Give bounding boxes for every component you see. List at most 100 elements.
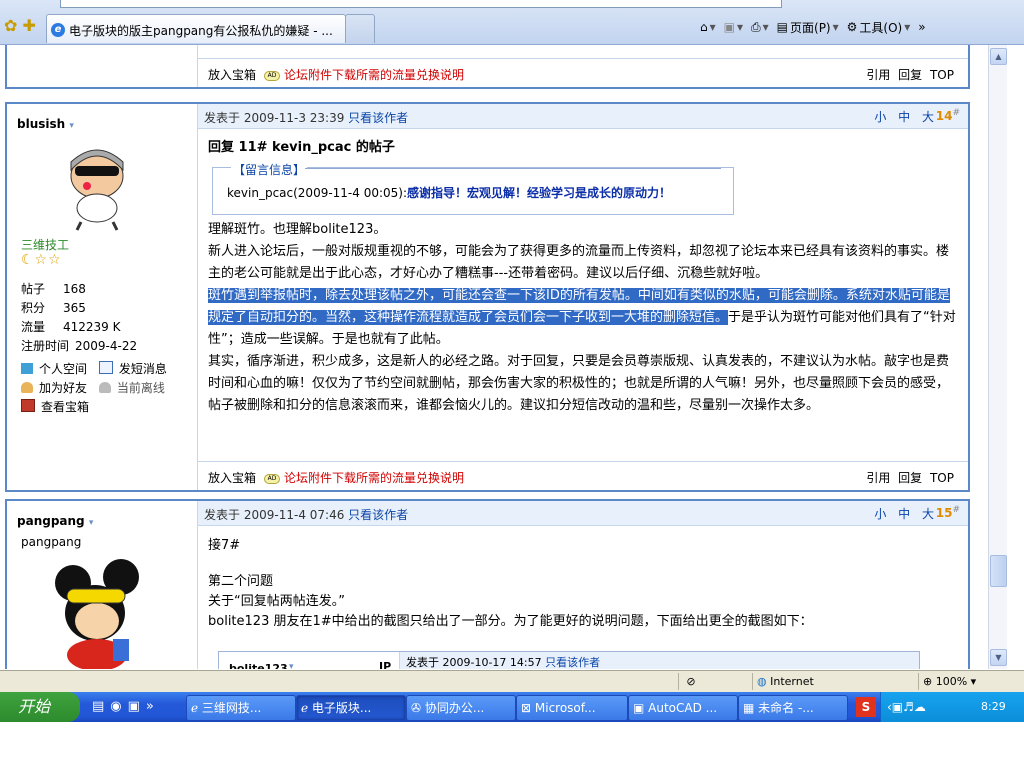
post-header: 发表于 2009-11-3 23:39 只看该作者 小 中 大 14# — [198, 104, 968, 129]
chevron-down-icon: ▾ — [69, 121, 74, 131]
address-bar[interactable] — [60, 0, 782, 8]
zoom-control[interactable]: ⊕ 100% ▾ — [918, 673, 1023, 690]
scroll-up-icon[interactable]: ▲ — [990, 48, 1007, 65]
post-content: 接7# 第二个问题 关于“回复帖两帖连发。” bolite123 朋友在1#中给… — [198, 526, 968, 636]
message-box: 【留言信息】 kevin_pcac(2009-11-4 00:05):感谢指导！… — [212, 159, 734, 215]
embedded-screenshot: bolite123 ▾ IP 发表于 2009-10-17 14:57 只看该作… — [218, 651, 920, 669]
scroll-down-icon[interactable]: ▼ — [990, 649, 1007, 666]
home-icon: ⌂ — [700, 20, 708, 34]
nested-ip: IP — [379, 660, 392, 669]
tray-icons[interactable]: ‹▣♬☁ — [887, 700, 926, 714]
treasure-button[interactable]: 放入宝箱 — [208, 471, 256, 485]
ad-link[interactable]: 论坛附件下载所需的流量兑换说明 — [284, 471, 464, 485]
favorites-icon[interactable]: ✿ ✚ — [4, 16, 44, 35]
post-content: 回复 11# kevin_pcac 的帖子 【留言信息】 kevin_pcac(… — [198, 129, 968, 421]
chevron-more-icon[interactable]: » — [918, 20, 925, 34]
line-3: 关于“回复帖两帖连发。” — [208, 594, 345, 609]
user-add-icon — [21, 382, 33, 393]
only-author-link[interactable]: 只看该作者 — [348, 508, 408, 522]
forum-page: 放入宝箱 AD 论坛附件下载所需的流量兑换说明 引用 回复 TOP blusish … — [0, 45, 988, 669]
zoom-icon: ⊕ — [923, 675, 933, 688]
ad-link[interactable]: 论坛附件下载所需的流量兑换说明 — [284, 68, 464, 82]
globe-icon: ◍ — [757, 675, 767, 688]
view-treasure-link[interactable]: 查看宝箱 — [21, 399, 89, 414]
task-autocad[interactable]: ▣ AutoCAD ... — [628, 695, 738, 721]
rss-icon: ▣ — [723, 20, 735, 34]
scroll-thumb[interactable] — [990, 555, 1007, 587]
home-button[interactable]: ⌂ ▾ — [700, 20, 716, 34]
post-footer: 放入宝箱 AD 论坛附件下载所需的流量兑换说明 引用 回复 TOP — [198, 461, 968, 490]
print-button[interactable]: ⎙ ▾ — [751, 20, 769, 35]
rank-title: 三维技工 — [21, 238, 70, 252]
security-zone: ◍ Internet — [752, 673, 917, 690]
tab-active[interactable]: e 电子版块的版主pangpang有公报私仇的嫌疑 - ... — [46, 14, 346, 43]
font-size-links[interactable]: 小 中 大 — [874, 108, 938, 125]
task-oa[interactable]: ✇ 协同办公... — [406, 695, 516, 721]
post-14: blusish ▾ 三维技工 ☾☆☆ 帖子 168 积分 365 流量 412239 … — [5, 102, 970, 492]
status-bar: ⊘ ◍ Internet ⊕ 100% ▾ — [0, 670, 1024, 693]
space-link[interactable]: 个人空间 — [21, 362, 87, 376]
task-paint[interactable]: ▦ 未命名 -... — [738, 695, 848, 721]
stat-posts: 帖子 168 — [21, 282, 86, 296]
message-body: kevin_pcac(2009-11-4 00:05):感谢指导！宏观见解！经验… — [227, 186, 672, 200]
chevron-down-icon: ▾ — [289, 662, 294, 669]
command-bar: ⌂ ▾ ▣ ▾ ⎙ ▾ ▤ 页面(P) ▾ ⚙ 工具(O) ▾ » — [700, 16, 926, 38]
ie-icon: ℯ — [191, 701, 202, 715]
prev-post-footer: 放入宝箱 AD 论坛附件下载所需的流量兑换说明 引用 回复 TOP — [198, 58, 968, 87]
post-actions[interactable]: 引用 回复 TOP — [866, 66, 954, 83]
font-size-links[interactable]: 小 中 大 — [874, 505, 938, 522]
vertical-scrollbar[interactable]: ▲ ▼ — [988, 45, 1007, 669]
pm-link[interactable]: 发短消息 — [98, 361, 167, 376]
author-links: 个人空间 发短消息 加为好友 当前离线 查看宝箱 — [21, 360, 167, 417]
stat-points: 积分 365 — [21, 301, 86, 315]
quick-launch[interactable]: ▤◉▣» — [92, 699, 160, 714]
author-stats: 帖子 168 积分 365 流量 412239 K 注册时间 2009-4-22 — [21, 280, 137, 356]
online-status: 当前离线 — [98, 381, 165, 395]
post-actions[interactable]: 引用 回复 TOP — [866, 469, 954, 486]
taskbar: 开始 ▤◉▣» ℯ 三维网技... ℯ 电子版块... ✇ 协同办公... ⊠ … — [0, 692, 1024, 722]
treasure-button[interactable]: 放入宝箱 — [208, 68, 256, 82]
paragraph-2: 新人进入论坛后，一般对版规重视的不够，可能会为了获得更多的流量而上传资料，却忽视… — [208, 244, 950, 281]
page-icon: ▤ — [776, 20, 789, 34]
author-name[interactable]: pangpang ▾ — [17, 514, 93, 528]
popup-blocker-icon[interactable]: ⊘ — [678, 673, 703, 690]
task-excel[interactable]: ⊠ Microsof... — [516, 695, 628, 721]
user-offline-icon — [98, 382, 111, 393]
page-menu[interactable]: ▤ 页面(P) ▾ — [777, 19, 839, 36]
rank-stars-icon: ☾☆☆ — [21, 252, 62, 268]
author-name[interactable]: blusish ▾ — [17, 117, 74, 131]
sogou-icon[interactable]: S — [856, 697, 876, 717]
task-ie-1[interactable]: ℯ 三维网技... — [186, 695, 296, 721]
stat-traffic: 流量 412239 K — [21, 320, 121, 334]
system-tray: ‹▣♬☁ 8:29 — [880, 692, 1024, 722]
add-friend-link[interactable]: 加为好友 — [21, 381, 87, 395]
message-box-title: 【留言信息】 — [231, 159, 308, 181]
author-column: blusish ▾ 三维技工 ☾☆☆ 帖子 168 积分 365 流量 412239 … — [7, 104, 198, 490]
home-icon — [21, 363, 33, 374]
author-column: pangpang ▾ pangpang — [7, 501, 198, 669]
only-author-link[interactable]: 只看该作者 — [348, 111, 408, 125]
paragraph-4: 其实，循序渐进，积少成多，这是新人的必经之路。对于回复，只要是会员尊崇版规、认真… — [208, 354, 950, 413]
task-ie-2[interactable]: ℯ 电子版块... — [296, 695, 406, 721]
browser-toolbar: ✿ ✚ e 电子版块的版主pangpang有公报私仇的嫌疑 - ... ⌂ ▾ ▣… — [0, 0, 1024, 45]
paragraph-3: 斑竹遇到举报帖时，除去处理该帖之外，可能还会查一下该ID的所有发帖。中间如有类似… — [208, 288, 956, 347]
feeds-button[interactable]: ▣ ▾ — [724, 20, 743, 34]
printer-icon: ⎙ — [751, 19, 761, 34]
avatar — [49, 136, 145, 232]
post-15: pangpang ▾ pangpang 发表于 2009-11-4 07:46 … — [5, 499, 970, 669]
new-tab-button[interactable] — [345, 14, 375, 43]
author-nick: pangpang — [21, 535, 82, 549]
ie-icon: ℯ — [301, 701, 312, 715]
line-1: 接7# — [208, 538, 241, 553]
chevron-down-icon: ▾ — [88, 518, 94, 528]
tools-menu[interactable]: ⚙ 工具(O) ▾ — [847, 19, 911, 36]
gear-icon: ⚙ — [846, 20, 858, 34]
tab-title: 电子版块的版主pangpang有公报私仇的嫌疑 - ... — [69, 24, 333, 38]
prev-author-column — [7, 45, 198, 87]
app-icon: ✇ — [411, 701, 425, 715]
start-button[interactable]: 开始 — [0, 692, 80, 722]
paint-icon: ▦ — [743, 701, 759, 715]
envelope-icon — [98, 361, 113, 374]
clock: 8:29 — [981, 700, 1006, 713]
post-title: 回复 11# kevin_pcac 的帖子 — [208, 140, 395, 155]
